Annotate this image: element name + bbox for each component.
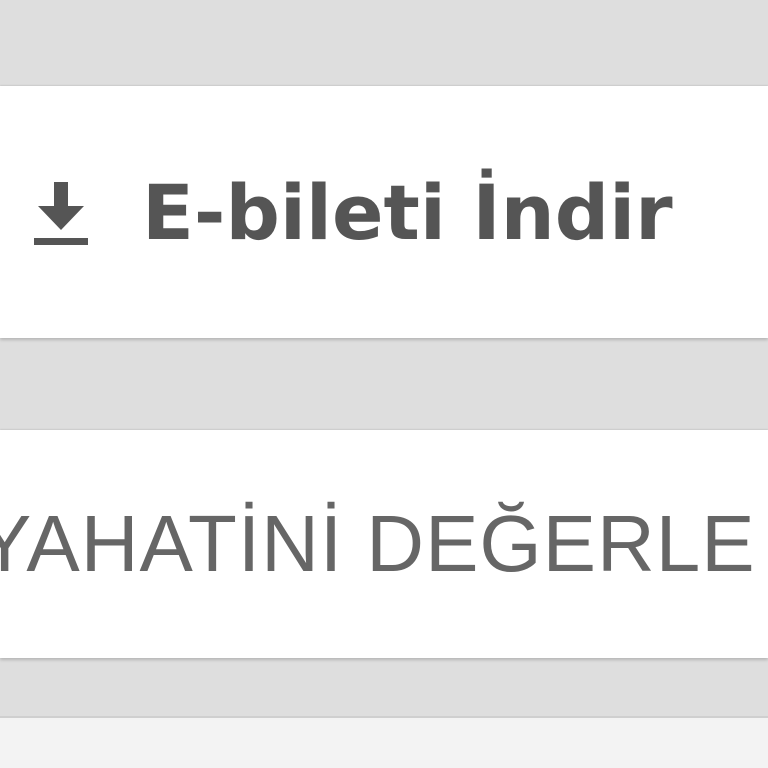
download-card: E-bileti İndir: [0, 86, 768, 338]
download-icon: [30, 176, 92, 248]
review-card: YAHATİNİ DEĞERLE: [0, 430, 768, 658]
bottom-strip: [0, 716, 768, 768]
page: E-bileti İndir YAHATİNİ DEĞERLE: [0, 0, 768, 768]
review-trip-label: YAHATİNİ DEĞERLE: [0, 499, 756, 588]
download-ticket-button[interactable]: E-bileti İndir: [0, 86, 673, 338]
download-ticket-label: E-bileti İndir: [142, 167, 673, 257]
review-trip-button[interactable]: YAHATİNİ DEĞERLE: [0, 430, 756, 658]
